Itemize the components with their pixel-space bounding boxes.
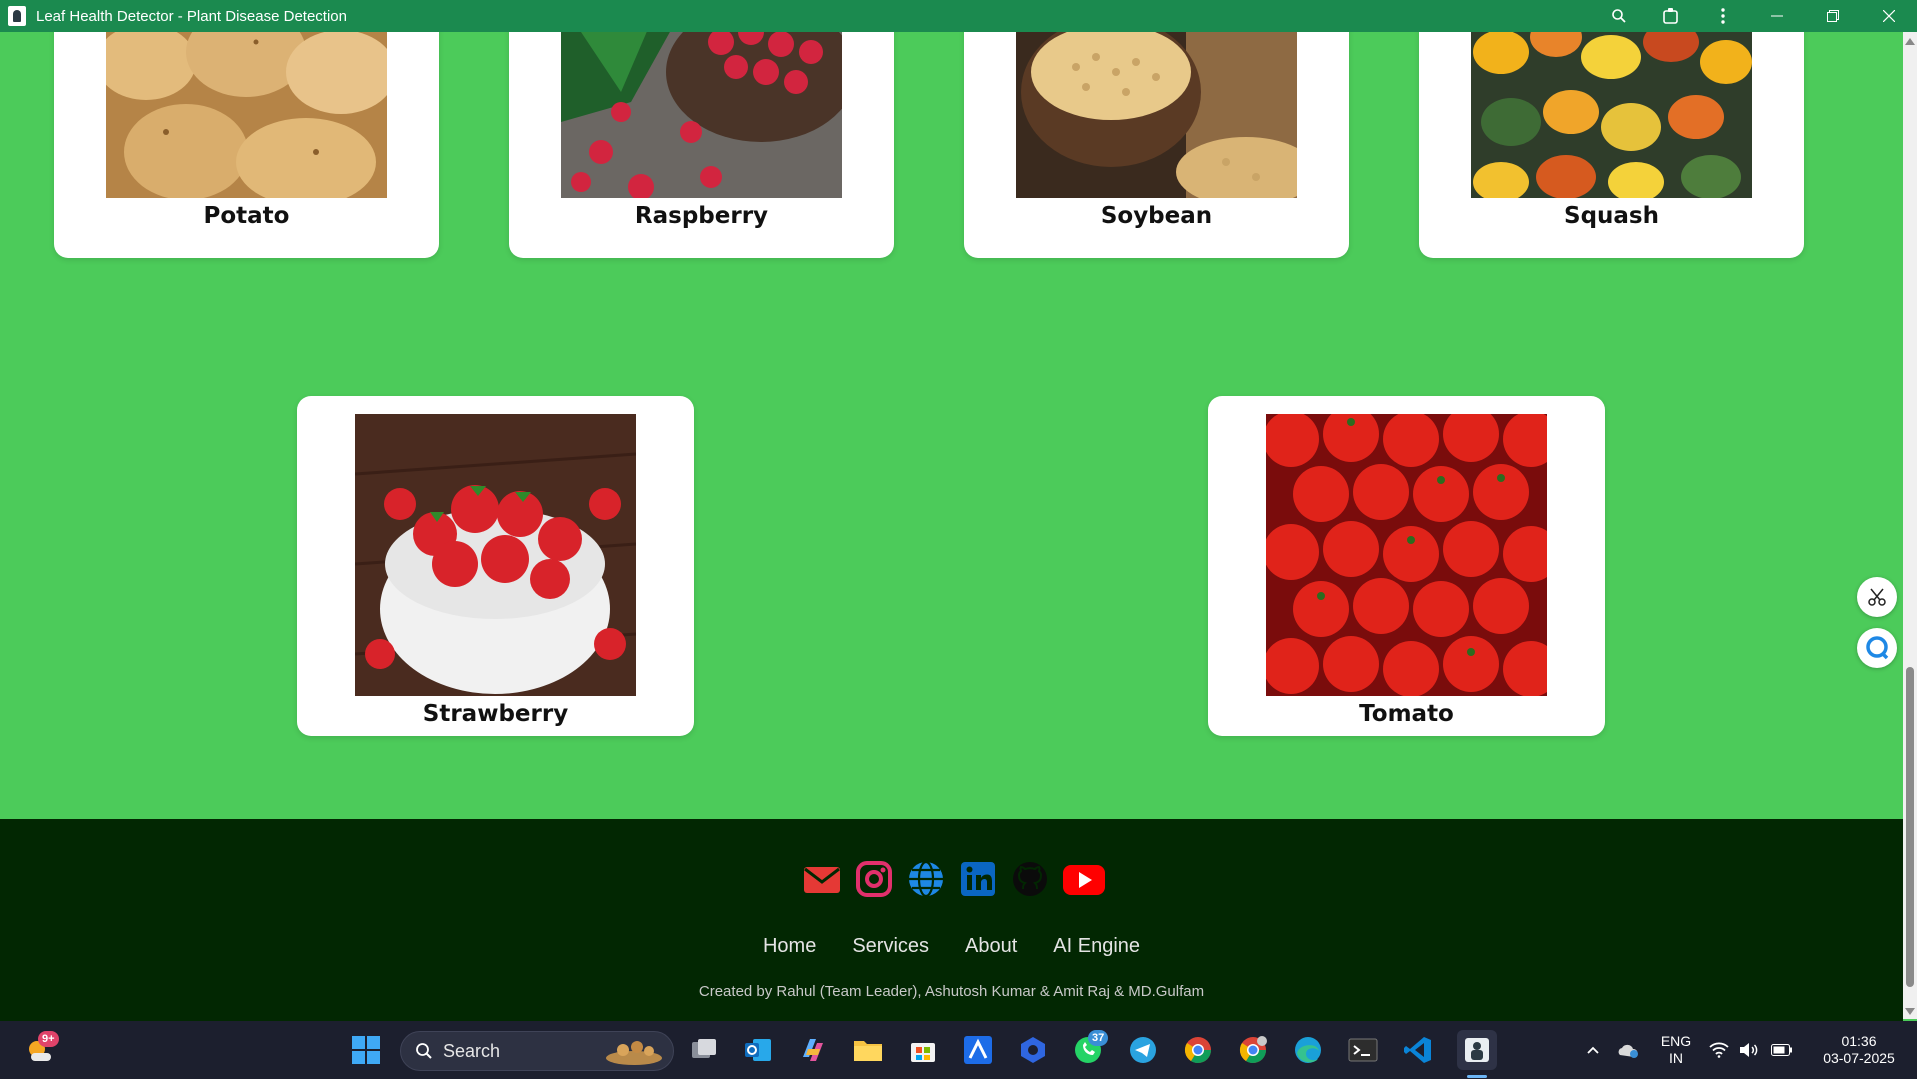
pen-app-icon[interactable]: [962, 1034, 994, 1066]
page-content: Potato Raspberry Soybean Squash Strawber…: [0, 32, 1903, 819]
chevron-up-icon[interactable]: [1578, 1045, 1608, 1055]
footer-credits: Created by Rahul (Team Leader), Ashutosh…: [698, 983, 1205, 1000]
scroll-down-arrow[interactable]: [1905, 1008, 1915, 1015]
system-tray: ENG IN 01:36 03-07-2025: [1578, 1021, 1904, 1079]
volume-icon[interactable]: [1734, 1042, 1764, 1058]
card-label: Potato: [203, 203, 290, 229]
zoom-icon[interactable]: [1593, 0, 1645, 32]
scroll-up-arrow[interactable]: [1905, 38, 1915, 45]
crop-card-strawberry[interactable]: Strawberry: [297, 396, 694, 736]
footer-nav: Home Services About AI Engine: [0, 935, 1903, 958]
card-label: Strawberry: [422, 701, 569, 727]
whatsapp-badge: 37: [1088, 1030, 1109, 1046]
crop-card-soybean[interactable]: Soybean: [964, 32, 1349, 258]
language-bottom: IN: [1669, 1050, 1683, 1066]
language-top: ENG: [1660, 1033, 1692, 1049]
card-label: Soybean: [1100, 203, 1213, 229]
clock-date: 03-07-2025: [1823, 1050, 1895, 1066]
minimize-button[interactable]: [1749, 0, 1805, 32]
wifi-icon[interactable]: [1704, 1042, 1734, 1058]
leaf-detector-app-icon[interactable]: [1457, 1030, 1497, 1070]
onedrive-icon[interactable]: [1608, 1041, 1648, 1059]
linkedin-icon[interactable]: [958, 859, 998, 899]
outlook-icon[interactable]: [742, 1034, 774, 1066]
settings-app-icon[interactable]: [1017, 1034, 1049, 1066]
chrome-profile-icon[interactable]: [1237, 1034, 1269, 1066]
site-footer: Home Services About AI Engine Created by…: [0, 819, 1903, 1021]
search-highlight-icon: [603, 1036, 665, 1066]
scroll-thumb[interactable]: [1906, 667, 1914, 987]
taskbar-search[interactable]: Search: [400, 1031, 674, 1071]
crop-card-squash[interactable]: Squash: [1419, 32, 1804, 258]
instagram-icon[interactable]: [854, 859, 894, 899]
windows-taskbar: 9+ Search 37 ENG IN 01:36 03-07-2025: [0, 1021, 1917, 1079]
crop-card-tomato[interactable]: Tomato: [1208, 396, 1605, 736]
crop-card-potato[interactable]: Potato: [54, 32, 439, 258]
card-label: Raspberry: [634, 203, 769, 229]
globe-icon[interactable]: [906, 859, 946, 899]
page-scrollbar[interactable]: [1903, 32, 1917, 1019]
active-app-indicator: [1467, 1075, 1487, 1078]
card-label: Tomato: [1359, 701, 1454, 727]
potato-image: [106, 32, 387, 198]
strawberry-image: [355, 414, 636, 696]
search-label: Search: [443, 1040, 501, 1061]
telegram-icon[interactable]: [1127, 1034, 1159, 1066]
close-button[interactable]: [1861, 0, 1917, 32]
task-view-icon[interactable]: [688, 1034, 720, 1066]
extensions-icon[interactable]: [1645, 0, 1697, 32]
terminal-icon[interactable]: [1347, 1034, 1379, 1066]
restore-button[interactable]: [1805, 0, 1861, 32]
scissors-icon[interactable]: [1857, 577, 1897, 617]
footer-link-home[interactable]: Home: [763, 935, 816, 958]
crop-card-raspberry[interactable]: Raspberry: [509, 32, 894, 258]
github-icon[interactable]: [1010, 859, 1050, 899]
tomato-image: [1266, 414, 1547, 696]
clock[interactable]: 01:36 03-07-2025: [1814, 1033, 1904, 1067]
weather-badge: 9+: [38, 1031, 59, 1047]
window-title: Leaf Health Detector - Plant Disease Det…: [36, 7, 347, 25]
edge-icon[interactable]: [1292, 1034, 1324, 1066]
more-menu-icon[interactable]: [1697, 0, 1749, 32]
copilot-icon[interactable]: [797, 1034, 829, 1066]
youtube-icon[interactable]: [1062, 859, 1105, 899]
social-links: [0, 859, 1903, 899]
titlebar-actions: [1593, 0, 1917, 32]
footer-link-about[interactable]: About: [965, 935, 1017, 958]
raspberry-image: [561, 32, 842, 198]
chrome-icon[interactable]: [1182, 1034, 1214, 1066]
footer-link-ai-engine[interactable]: AI Engine: [1053, 935, 1140, 958]
mail-icon[interactable]: [802, 859, 842, 899]
window-titlebar: Leaf Health Detector - Plant Disease Det…: [0, 0, 1917, 32]
start-windows-icon[interactable]: [350, 1034, 382, 1066]
soybean-image: [1016, 32, 1297, 198]
battery-icon[interactable]: [1764, 1044, 1800, 1056]
microsoft-store-icon[interactable]: [907, 1034, 939, 1066]
language-indicator[interactable]: ENG IN: [1648, 1033, 1704, 1067]
footer-link-services[interactable]: Services: [852, 935, 929, 958]
search-icon: [415, 1042, 433, 1060]
copilot-chat-icon[interactable]: [1857, 628, 1897, 668]
card-label: Squash: [1564, 203, 1659, 229]
vscode-icon[interactable]: [1402, 1034, 1434, 1066]
file-explorer-icon[interactable]: [852, 1034, 884, 1066]
clock-time: 01:36: [1841, 1033, 1877, 1049]
app-icon: [8, 6, 26, 26]
squash-image: [1471, 32, 1752, 198]
